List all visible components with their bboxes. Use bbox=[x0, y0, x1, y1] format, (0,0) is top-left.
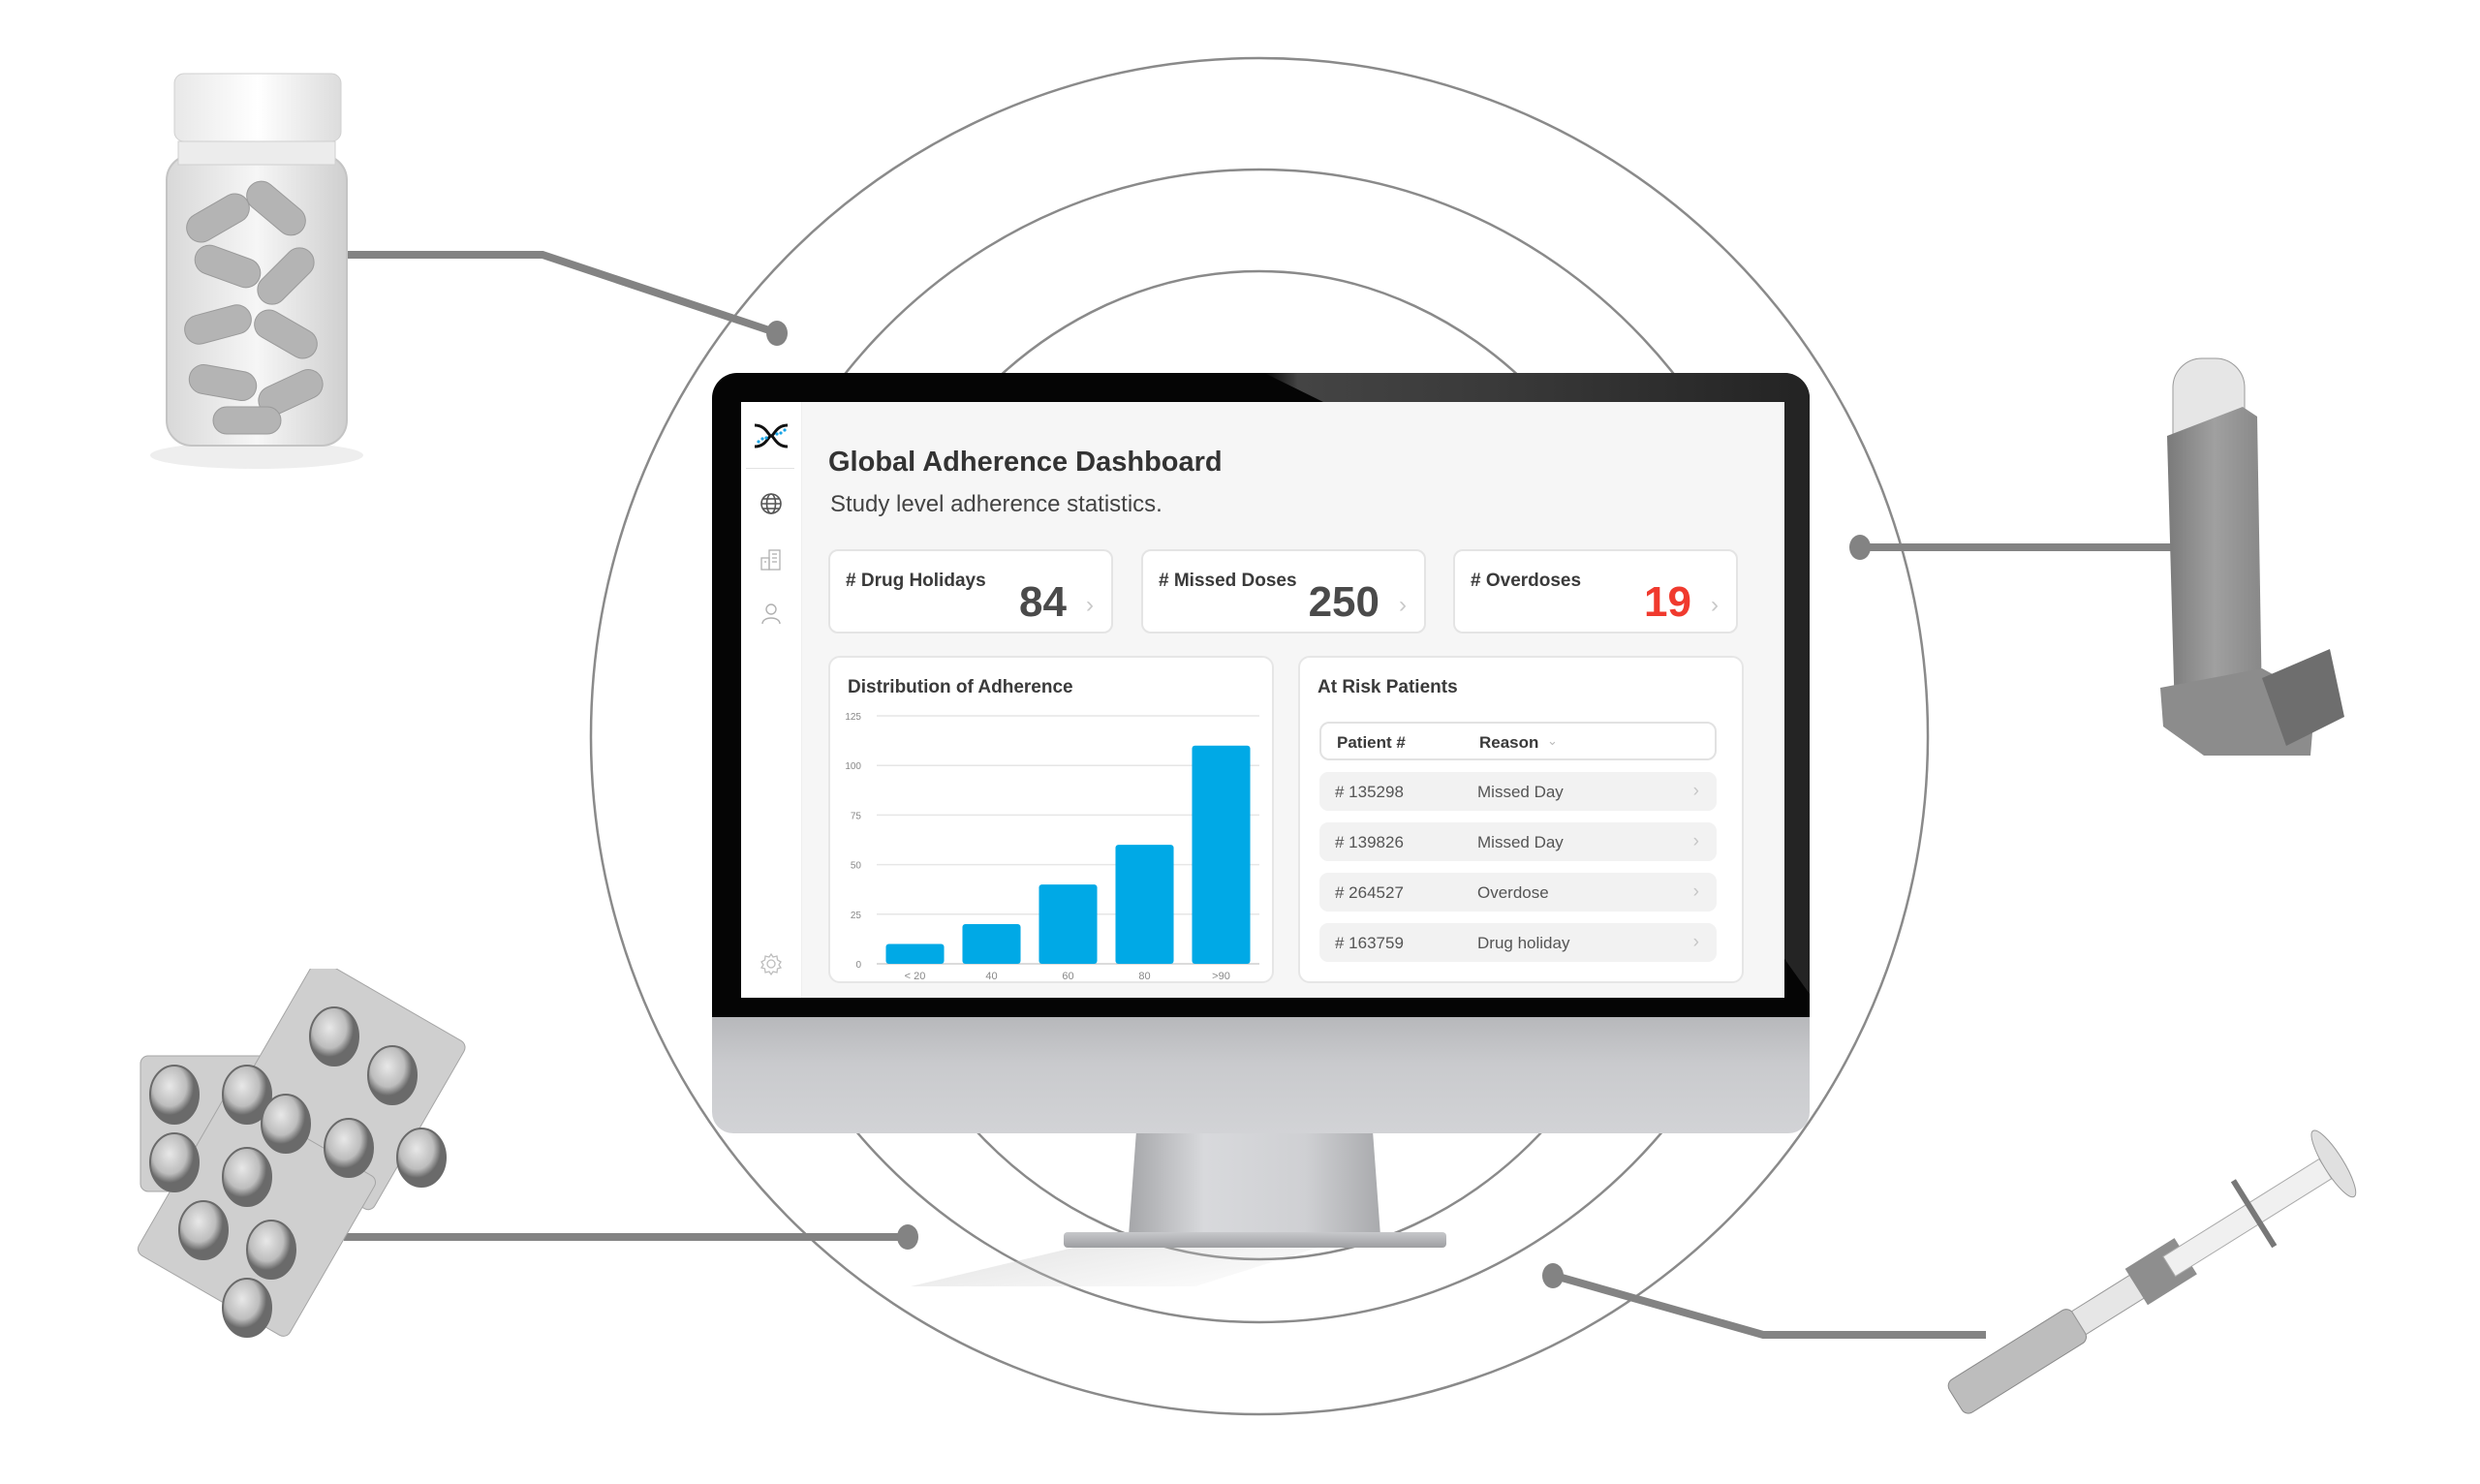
chevron-right-icon: › bbox=[1711, 592, 1719, 618]
chevron-right-icon: › bbox=[1692, 881, 1699, 902]
connector-dot-inhaler bbox=[1849, 535, 1871, 560]
risk-reason: Overdose bbox=[1477, 883, 1549, 902]
inhaler-illustration bbox=[2160, 357, 2344, 756]
patient-id: # 264527 bbox=[1335, 883, 1404, 902]
at-risk-patients-card: At Risk Patients Patient # Reason ⌄ # 13… bbox=[1298, 656, 1744, 983]
stat-value: 84 bbox=[1019, 578, 1067, 626]
bar bbox=[1115, 845, 1174, 964]
patient-id: # 135298 bbox=[1335, 783, 1404, 801]
risk-reason: Missed Day bbox=[1477, 833, 1564, 851]
stat-value: 19 bbox=[1644, 578, 1691, 626]
chevron-right-icon: › bbox=[1086, 592, 1094, 618]
pill-bottle-illustration bbox=[150, 73, 363, 469]
main-content: Global Adherence Dashboard Study level a… bbox=[801, 402, 1784, 998]
sidebar bbox=[741, 402, 802, 998]
table-header: Patient # Reason ⌄ bbox=[1319, 722, 1717, 760]
chevron-right-icon: › bbox=[1399, 592, 1407, 618]
monitor-chin bbox=[712, 1017, 1810, 1133]
table-row[interactable]: # 135298 Missed Day › bbox=[1319, 772, 1717, 811]
patient-id: # 139826 bbox=[1335, 833, 1404, 851]
monitor-stand bbox=[1129, 1133, 1380, 1236]
adherence-chart-card: Distribution of Adherence 0 25 50 75 100 125 <… bbox=[828, 656, 1274, 983]
chevron-right-icon: › bbox=[1692, 781, 1699, 801]
chevron-down-icon[interactable]: ⌄ bbox=[1547, 733, 1558, 749]
risk-reason: Missed Day bbox=[1477, 783, 1564, 801]
risk-reason: Drug holiday bbox=[1477, 934, 1570, 952]
y-tick-label: 0 bbox=[855, 960, 861, 971]
x-tick-label: >90 bbox=[1212, 971, 1230, 982]
stat-card-drug-holidays[interactable]: # Drug Holidays 84 › bbox=[828, 549, 1113, 634]
connector-dot-pill-bottle bbox=[766, 321, 788, 346]
y-tick-label: 100 bbox=[845, 761, 861, 772]
syringe-illustration bbox=[1947, 1129, 2357, 1414]
y-tick-label: 50 bbox=[851, 861, 862, 872]
y-tick-label: 25 bbox=[851, 911, 862, 921]
table-row[interactable]: # 163759 Drug holiday › bbox=[1319, 923, 1717, 962]
adherence-bar-chart: 0 25 50 75 100 125 < 20 40 60 80 >90 bbox=[845, 712, 1259, 982]
stat-card-overdoses[interactable]: # Overdoses 19 › bbox=[1453, 549, 1738, 634]
connector-pill-bottle bbox=[347, 251, 777, 336]
table-row[interactable]: # 139826 Missed Day › bbox=[1319, 822, 1717, 861]
patient-id: # 163759 bbox=[1335, 934, 1404, 952]
sidebar-divider bbox=[746, 468, 794, 469]
gear-icon[interactable] bbox=[759, 951, 784, 976]
y-tick-label: 125 bbox=[845, 712, 861, 723]
building-icon[interactable] bbox=[759, 547, 784, 572]
dashboard-screen: Global Adherence Dashboard Study level a… bbox=[741, 402, 1784, 998]
at-risk-title: At Risk Patients bbox=[1318, 677, 1458, 697]
column-header-patient[interactable]: Patient # bbox=[1337, 733, 1406, 753]
stat-label: # Drug Holidays bbox=[846, 571, 986, 591]
page-title: Global Adherence Dashboard bbox=[828, 447, 1223, 478]
bar bbox=[1192, 745, 1251, 964]
monitor-stand-foot bbox=[1064, 1232, 1446, 1248]
bar bbox=[962, 924, 1021, 964]
stat-label: # Missed Doses bbox=[1159, 571, 1297, 591]
stat-value: 250 bbox=[1308, 578, 1380, 626]
connector-dot-blister bbox=[897, 1224, 918, 1250]
x-tick-label: 80 bbox=[1138, 971, 1150, 982]
y-tick-label: 75 bbox=[851, 811, 862, 821]
page-subtitle: Study level adherence statistics. bbox=[830, 491, 1162, 517]
x-tick-label: < 20 bbox=[905, 971, 926, 982]
globe-icon[interactable] bbox=[759, 491, 784, 516]
x-tick-label: 60 bbox=[1062, 971, 1073, 982]
chevron-right-icon: › bbox=[1692, 831, 1699, 851]
blister-packs-illustration bbox=[137, 969, 466, 1338]
table-row[interactable]: # 264527 Overdose › bbox=[1319, 873, 1717, 912]
stat-label: # Overdoses bbox=[1471, 571, 1582, 591]
stat-card-missed-doses[interactable]: # Missed Doses 250 › bbox=[1141, 549, 1426, 634]
user-icon[interactable] bbox=[759, 601, 784, 626]
column-header-reason[interactable]: Reason bbox=[1479, 733, 1538, 753]
x-tick-label: 40 bbox=[985, 971, 997, 982]
app-logo-icon[interactable] bbox=[753, 421, 790, 450]
chevron-right-icon: › bbox=[1692, 932, 1699, 952]
bar bbox=[1038, 884, 1098, 964]
bar bbox=[885, 943, 945, 964]
connector-dot-syringe bbox=[1542, 1263, 1564, 1288]
